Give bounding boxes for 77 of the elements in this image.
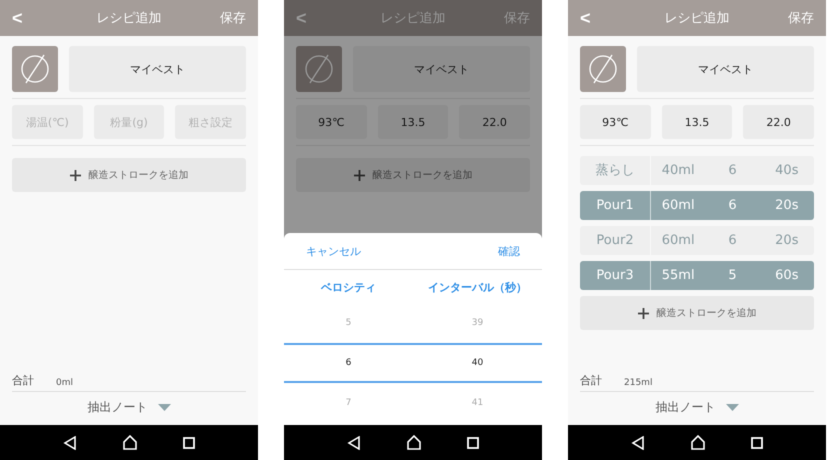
stroke-name: Pour1	[580, 191, 651, 220]
save-button[interactable]: 保存	[216, 9, 246, 27]
recents-nav-button[interactable]	[183, 436, 196, 448]
stroke-name: Pour3	[580, 261, 651, 290]
dropdown-caret-icon	[158, 404, 170, 411]
total-value: 215ml	[624, 378, 652, 388]
stroke-velocity: 6	[727, 233, 738, 248]
plus-icon	[354, 170, 364, 180]
notes-toggle[interactable]: 抽出ノート	[656, 392, 738, 425]
stroke-row[interactable]: 蒸らし 40ml 6 40s	[580, 156, 814, 185]
parameter-field[interactable]: 粗さ設定	[175, 105, 246, 139]
parameter-field[interactable]: 22.0	[743, 105, 814, 139]
back-button[interactable]: <	[580, 8, 610, 28]
stroke-row[interactable]: Pour3 55ml 5 60s	[580, 261, 814, 290]
picker-option[interactable]: 6	[284, 343, 413, 383]
logo-icon	[296, 46, 342, 92]
picker-option[interactable]: 41	[413, 383, 542, 423]
parameter-field[interactable]: 93℃	[580, 105, 651, 139]
stroke-interval: 20s	[774, 233, 800, 248]
stroke-interval: 60s	[774, 268, 800, 283]
plus-icon	[70, 170, 80, 180]
stroke-velocity: 6	[727, 198, 738, 213]
back-nav-button[interactable]	[62, 436, 77, 450]
recipe-name-field[interactable]: マイベスト	[353, 46, 530, 92]
stroke-name: 蒸らし	[580, 156, 651, 185]
stroke-volume: 60ml	[660, 233, 696, 248]
stroke-velocity: 5	[727, 268, 738, 283]
home-nav-button[interactable]	[406, 435, 422, 450]
parameter-field[interactable]: 13.5	[378, 105, 448, 139]
add-stroke-button[interactable]: 醸造ストロークを追加	[12, 158, 246, 192]
recents-nav-button[interactable]	[751, 436, 764, 448]
add-stroke-button[interactable]: 醸造ストロークを追加	[580, 296, 814, 330]
back-nav-button[interactable]	[630, 436, 645, 450]
add-stroke-button[interactable]: 醸造ストロークを追加	[296, 158, 530, 192]
plus-icon	[638, 308, 648, 318]
stroke-volume: 40ml	[660, 163, 696, 178]
dropdown-caret-icon	[726, 404, 738, 411]
parameter-field[interactable]: 93℃	[296, 105, 367, 139]
home-nav-button[interactable]	[122, 435, 138, 450]
cancel-button[interactable]: キャンセル	[306, 244, 361, 258]
picker-option[interactable]: 7	[284, 383, 413, 423]
picker-column-heading: インターバル（秒）	[427, 280, 528, 296]
back-nav-button[interactable]	[346, 436, 361, 450]
stroke-interval: 20s	[774, 198, 800, 213]
stroke-volume: 55ml	[660, 268, 696, 283]
parameter-field[interactable]: 湯温(℃)	[12, 105, 83, 139]
home-nav-button[interactable]	[690, 435, 706, 450]
recents-nav-button[interactable]	[467, 436, 480, 448]
picker-option[interactable]: 39	[413, 303, 542, 343]
back-button[interactable]: <	[12, 8, 42, 28]
logo-icon	[12, 46, 58, 92]
total-label: 合計	[12, 373, 34, 388]
save-button[interactable]: 保存	[784, 9, 814, 27]
stroke-volume: 60ml	[660, 198, 696, 213]
recipe-name-field[interactable]: マイベスト	[637, 46, 814, 92]
save-button[interactable]: 保存	[500, 9, 530, 27]
parameter-field[interactable]: 13.5	[662, 105, 732, 139]
recipe-name-field[interactable]: マイベスト	[69, 46, 246, 92]
stroke-velocity: 6	[727, 163, 738, 178]
screen-title: レシピ追加	[96, 10, 162, 27]
stroke-row[interactable]: Pour2 60ml 6 20s	[580, 226, 814, 255]
total-label: 合計	[580, 373, 602, 388]
stroke-name: Pour2	[580, 226, 651, 255]
total-value: 0ml	[56, 378, 73, 388]
logo-icon	[580, 46, 626, 92]
stroke-interval: 40s	[774, 163, 800, 178]
parameter-field[interactable]: 粉量(g)	[94, 105, 164, 139]
confirm-button[interactable]: 確認	[498, 244, 520, 258]
picker-column-heading: ベロシティ	[320, 280, 377, 296]
notes-toggle[interactable]: 抽出ノート	[88, 392, 170, 425]
screen-title: レシピ追加	[664, 10, 730, 27]
parameter-field[interactable]: 22.0	[459, 105, 530, 139]
back-button[interactable]: <	[296, 8, 326, 28]
picker-option[interactable]: 5	[284, 303, 413, 343]
picker-option[interactable]: 40	[413, 343, 542, 383]
screen-title: レシピ追加	[380, 10, 446, 27]
stroke-row[interactable]: Pour1 60ml 6 20s	[580, 191, 814, 220]
